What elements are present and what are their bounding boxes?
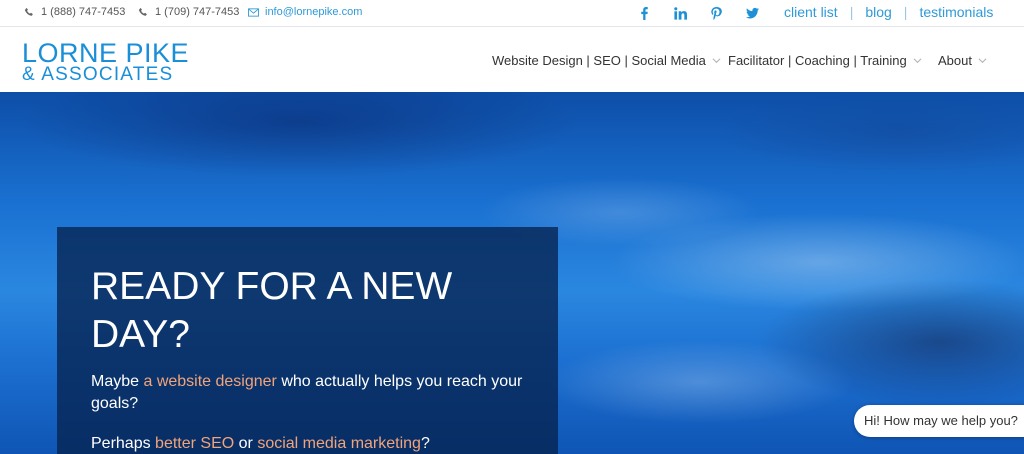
phone-icon xyxy=(138,7,147,16)
nav-label: Facilitator | Coaching | Training xyxy=(728,53,907,68)
linkedin-icon[interactable] xyxy=(670,4,690,22)
top-bar: 1 (888) 747-7453 1 (709) 747-7453 info@l… xyxy=(0,0,1024,27)
nav-label: About xyxy=(938,53,972,68)
hero-text: Perhaps xyxy=(91,435,156,452)
hero-text: or xyxy=(234,435,258,452)
chevron-down-icon xyxy=(978,58,987,64)
facebook-icon[interactable] xyxy=(634,4,654,22)
nav-label: Website Design | SEO | Social Media xyxy=(492,53,706,68)
social-media-marketing-link[interactable]: social media marketing xyxy=(257,435,421,452)
hero-text: ? xyxy=(420,435,430,452)
hero-paragraph-2: Perhaps better SEO or social media marke… xyxy=(91,433,531,454)
phone-tollfree[interactable]: 1 (888) 747-7453 xyxy=(24,6,125,18)
chat-widget-bubble[interactable]: Hi! How may we help you? xyxy=(854,405,1024,437)
email-link[interactable]: info@lornepike.com xyxy=(248,6,362,18)
client-list-link[interactable]: client list xyxy=(784,4,838,20)
phone-local[interactable]: 1 (709) 747-7453 xyxy=(138,6,239,18)
chevron-down-icon xyxy=(913,58,922,64)
envelope-icon xyxy=(248,7,259,17)
nav-facilitator-coaching-training[interactable]: Facilitator | Coaching | Training xyxy=(728,53,922,68)
nav-about[interactable]: About xyxy=(938,53,987,68)
hero-heading: READY FOR A NEW DAY? xyxy=(91,265,453,356)
logo-line-2: & ASSOCIATES xyxy=(22,64,174,85)
hero-banner: READY FOR A NEW DAY? Maybe a website des… xyxy=(0,92,1024,454)
phone-local-text: 1 (709) 747-7453 xyxy=(155,6,240,18)
pinterest-icon[interactable] xyxy=(706,4,726,22)
blog-link[interactable]: blog xyxy=(865,4,891,20)
top-links: client list | blog | testimonials xyxy=(784,4,993,20)
email-text: info@lornepike.com xyxy=(265,6,363,18)
chat-prompt-text: Hi! How may we help you? xyxy=(864,413,1018,428)
divider: | xyxy=(849,4,854,20)
site-logo[interactable]: LORNE PIKE & ASSOCIATES xyxy=(22,38,190,85)
better-seo-link[interactable]: better SEO xyxy=(155,435,234,452)
hero-text: Maybe xyxy=(91,373,144,390)
nav-website-design-seo-social[interactable]: Website Design | SEO | Social Media xyxy=(492,53,721,68)
hero-text-panel: READY FOR A NEW DAY? Maybe a website des… xyxy=(57,227,558,454)
hero-paragraph-1: Maybe a website designer who actually he… xyxy=(91,371,531,415)
phone-icon xyxy=(24,7,33,16)
website-designer-link[interactable]: a website designer xyxy=(143,373,276,390)
logo-line-1: LORNE PIKE xyxy=(22,38,190,68)
phone-tollfree-text: 1 (888) 747-7453 xyxy=(41,6,126,18)
site-header: LORNE PIKE & ASSOCIATES Website Design |… xyxy=(0,28,1024,92)
divider: | xyxy=(903,4,908,20)
twitter-icon[interactable] xyxy=(742,4,762,22)
testimonials-link[interactable]: testimonials xyxy=(919,4,993,20)
chevron-down-icon xyxy=(712,58,721,64)
